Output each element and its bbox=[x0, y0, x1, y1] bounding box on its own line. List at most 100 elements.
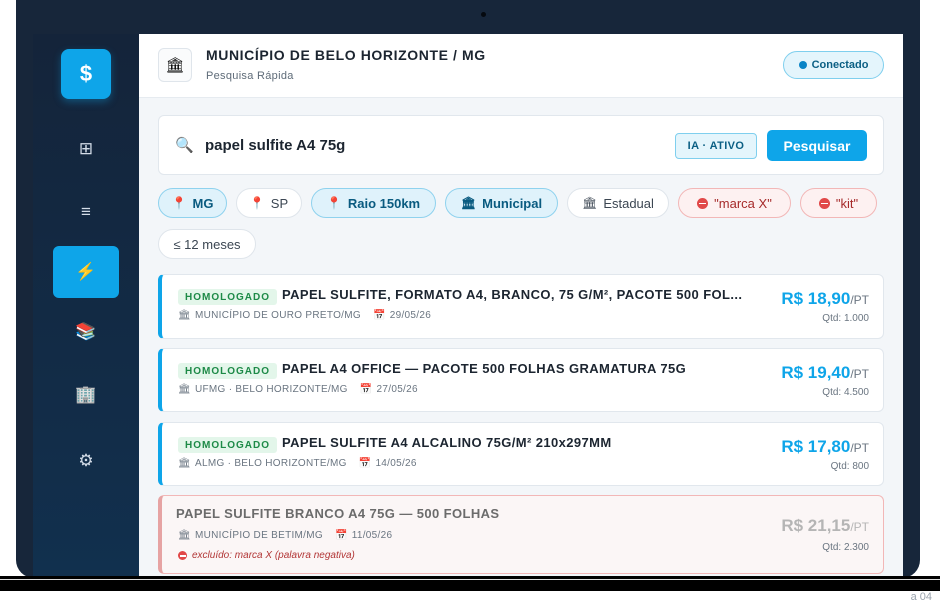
result-quantity: Qtd: 4.500 bbox=[822, 387, 869, 398]
no-entry-icon bbox=[818, 197, 830, 209]
entity-label: ALMG · BELO HORIZONTE/MG bbox=[195, 458, 347, 469]
result-title: PAPEL A4 OFFICE — PACOTE 500 FOLHAS GRAM… bbox=[282, 361, 687, 376]
search-input[interactable] bbox=[205, 134, 665, 156]
pin-icon: 📍 bbox=[249, 196, 265, 210]
entity-label: UFMG · BELO HORIZONTE/MG bbox=[195, 384, 348, 395]
calendar-icon: 📅 bbox=[359, 384, 373, 395]
result-card[interactable]: HOMOLOGADO PAPEL A4 OFFICE — PACOTE 500 … bbox=[158, 348, 884, 412]
search-button[interactable]: Pesquisar bbox=[767, 130, 867, 161]
chip-label: Estadual bbox=[603, 195, 654, 211]
status-label: Conectado bbox=[811, 59, 869, 71]
filter-chip-mg[interactable]: 📍 MG bbox=[158, 188, 227, 218]
ai-status-badge: IA · ATIVO bbox=[675, 133, 757, 159]
price-value: R$ 21,15 bbox=[781, 516, 851, 535]
result-date: 📅 27/05/26 bbox=[360, 384, 418, 395]
pin-icon: 📍 bbox=[171, 196, 187, 210]
institution-icon: 🏛 bbox=[460, 196, 477, 210]
status-badge: HOMOLOGADO bbox=[178, 437, 277, 453]
chip-label: "marca X" bbox=[714, 195, 772, 211]
filter-chip-negative-marca-x[interactable]: "marca X" bbox=[678, 188, 791, 218]
filter-chip-radius[interactable]: 📍 Raio 150km bbox=[311, 188, 436, 218]
sidebar: $ ⊞ ≡ ⚡ 📚 🏢 ⚙ bbox=[33, 34, 139, 576]
corner-fragment: a 04 bbox=[910, 591, 932, 603]
bottom-bar bbox=[0, 576, 940, 591]
no-entry-icon bbox=[697, 197, 709, 209]
institution-icon: 🏛 bbox=[582, 196, 598, 210]
result-entity: 🏛 MUNICÍPIO DE OURO PRETO/MG bbox=[178, 310, 361, 321]
result-date: 📅 14/05/26 bbox=[359, 458, 417, 469]
no-entry-icon bbox=[178, 551, 187, 560]
result-date: 📅 29/05/26 bbox=[373, 310, 431, 321]
page-subtitle: Pesquisa Rápida bbox=[206, 70, 294, 82]
logo-dollar-icon[interactable]: $ bbox=[61, 49, 111, 99]
price-unit: /PT bbox=[850, 293, 869, 307]
institution-icon: 🏛 bbox=[158, 48, 192, 82]
chip-label: ≤ 12 meses bbox=[173, 236, 241, 252]
chip-label: SP bbox=[270, 195, 289, 211]
exclusion-label: excluído: marca X (palavra negativa) bbox=[192, 550, 355, 561]
filter-chip-municipal[interactable]: 🏛 Municipal bbox=[445, 188, 558, 218]
result-title: PAPEL SULFITE, FORMATO A4, BRANCO, 75 G/… bbox=[282, 287, 743, 302]
result-card-excluded[interactable]: PAPEL SULFITE BRANCO A4 75G — 500 FOLHAS… bbox=[158, 495, 884, 574]
filter-chip-negative-kit[interactable]: "kit" bbox=[800, 188, 877, 218]
result-meta: 🏛 UFMG · BELO HORIZONTE/MG 📅 27/05/26 bbox=[178, 384, 418, 395]
result-price: R$ 21,15/PT bbox=[781, 516, 869, 536]
calendar-icon: 📅 bbox=[334, 530, 348, 541]
list-icon[interactable]: ≡ bbox=[53, 186, 119, 238]
calendar-icon: 📅 bbox=[372, 310, 386, 321]
grid-icon[interactable]: ⊞ bbox=[53, 123, 119, 175]
filter-chip-estadual[interactable]: 🏛 Estadual bbox=[567, 188, 669, 218]
result-meta: 🏛 ALMG · BELO HORIZONTE/MG 📅 14/05/26 bbox=[178, 458, 417, 469]
status-dot-icon bbox=[798, 61, 807, 69]
status-badge: HOMOLOGADO bbox=[178, 289, 277, 305]
institution-icon: 🏛 bbox=[178, 384, 191, 395]
chip-label: Municipal bbox=[482, 195, 543, 211]
result-entity: 🏛 UFMG · BELO HORIZONTE/MG bbox=[178, 384, 348, 395]
entity-label: MUNICÍPIO DE BETIM/MG bbox=[195, 530, 323, 541]
filter-chip-period[interactable]: ≤ 12 meses bbox=[158, 229, 256, 259]
result-price: R$ 17,80/PT bbox=[781, 437, 869, 457]
camera-dot bbox=[481, 12, 486, 17]
status-badge: HOMOLOGADO bbox=[178, 363, 277, 379]
search-bar: 🔍 IA · ATIVO Pesquisar bbox=[158, 115, 884, 175]
date-label: 27/05/26 bbox=[376, 384, 418, 395]
institution-icon: 🏛 bbox=[178, 458, 191, 469]
lightning-icon[interactable]: ⚡ bbox=[53, 246, 119, 298]
books-icon[interactable]: 📚 bbox=[53, 306, 119, 358]
connection-status-badge: Conectado bbox=[783, 51, 884, 79]
result-entity: 🏛 ALMG · BELO HORIZONTE/MG bbox=[178, 458, 347, 469]
price-value: R$ 18,90 bbox=[781, 289, 851, 308]
search-icon: 🔍 bbox=[175, 137, 194, 154]
building-icon[interactable]: 🏢 bbox=[53, 369, 119, 421]
page-title: MUNICÍPIO DE BELO HORIZONTE / MG bbox=[206, 47, 486, 63]
chip-label: Raio 150km bbox=[347, 195, 421, 211]
result-card[interactable]: HOMOLOGADO PAPEL SULFITE A4 ALCALINO 75G… bbox=[158, 422, 884, 486]
result-quantity: Qtd: 2.300 bbox=[822, 542, 869, 553]
price-unit: /PT bbox=[850, 520, 869, 534]
result-price: R$ 18,90/PT bbox=[781, 289, 869, 309]
result-entity: 🏛 MUNICÍPIO DE BETIM/MG bbox=[178, 530, 323, 541]
calendar-icon: 📅 bbox=[358, 458, 372, 469]
result-price: R$ 19,40/PT bbox=[781, 363, 869, 383]
price-unit: /PT bbox=[850, 441, 869, 455]
result-date: 📅 11/05/26 bbox=[335, 530, 392, 541]
filter-chip-sp[interactable]: 📍 SP bbox=[236, 188, 302, 218]
result-quantity: Qtd: 1.000 bbox=[822, 313, 869, 324]
institution-icon: 🏛 bbox=[178, 530, 191, 541]
result-card[interactable]: HOMOLOGADO PAPEL SULFITE, FORMATO A4, BR… bbox=[158, 274, 884, 339]
price-unit: /PT bbox=[850, 367, 869, 381]
entity-label: MUNICÍPIO DE OURO PRETO/MG bbox=[195, 310, 361, 321]
date-label: 11/05/26 bbox=[351, 530, 393, 541]
date-label: 14/05/26 bbox=[375, 458, 417, 469]
gear-icon[interactable]: ⚙ bbox=[53, 435, 119, 487]
chip-label: MG bbox=[192, 195, 214, 211]
result-meta: 🏛 MUNICÍPIO DE OURO PRETO/MG 📅 29/05/26 bbox=[178, 310, 431, 321]
pin-icon: 📍 bbox=[326, 196, 342, 210]
price-value: R$ 19,40 bbox=[781, 363, 851, 382]
exclusion-note: excluído: marca X (palavra negativa) bbox=[178, 550, 355, 561]
institution-icon: 🏛 bbox=[178, 310, 191, 321]
header: 🏛 MUNICÍPIO DE BELO HORIZONTE / MG Pesqu… bbox=[139, 34, 903, 98]
result-title: PAPEL SULFITE BRANCO A4 75G — 500 FOLHAS bbox=[176, 506, 500, 521]
result-meta: 🏛 MUNICÍPIO DE BETIM/MG 📅 11/05/26 bbox=[178, 530, 392, 541]
price-value: R$ 17,80 bbox=[781, 437, 851, 456]
